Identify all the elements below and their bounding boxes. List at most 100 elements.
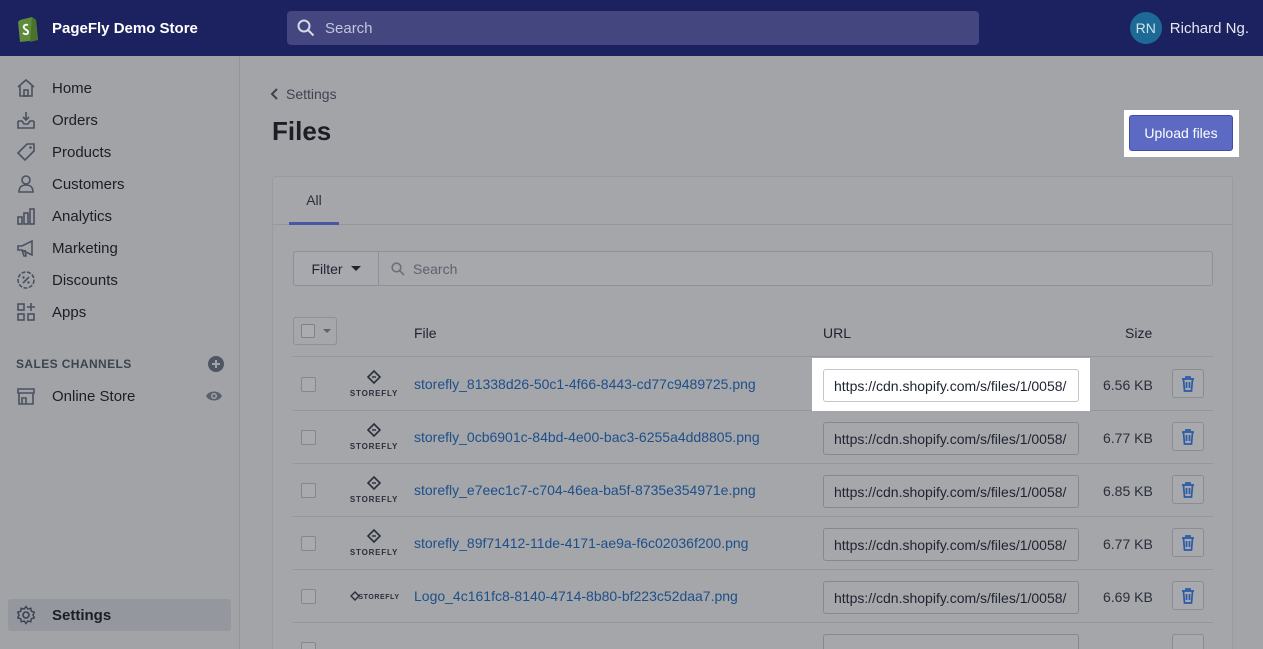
apps-icon: [17, 303, 35, 321]
sidebar-item-products[interactable]: Products: [0, 136, 239, 168]
page-title: Files: [272, 116, 332, 146]
sidebar-item-online-store[interactable]: Online Store: [0, 380, 239, 412]
row-checkbox[interactable]: [301, 377, 316, 392]
svg-text:STOREFLY: STOREFLY: [358, 594, 399, 601]
file-thumbnail: STOREFLY: [350, 475, 398, 504]
sidebar-item-label: Customers: [52, 175, 125, 193]
sidebar-item-label: Settings: [52, 606, 112, 624]
sidebar: Home Orders Products Customers Analytics…: [0, 56, 240, 649]
tabs: All: [273, 177, 1232, 225]
sidebar-item-label: Analytics: [52, 207, 113, 225]
user-menu[interactable]: RN Richard Ng.: [1129, 12, 1249, 44]
svg-text:STOREFLY: STOREFLY: [350, 548, 398, 557]
file-size: 6.77 KB: [1103, 536, 1153, 552]
caret-down-icon[interactable]: [323, 329, 331, 333]
home-icon: [17, 78, 35, 97]
file-name-link[interactable]: storefly_e7eec1c7-c704-46ea-ba5f-8735e35…: [414, 482, 756, 498]
delete-button[interactable]: [1172, 422, 1204, 451]
file-url-field[interactable]: [823, 581, 1079, 614]
files-search-input[interactable]: [413, 260, 1113, 277]
add-channel-icon[interactable]: [208, 356, 224, 372]
sidebar-nav: Home Orders Products Customers Analytics…: [0, 56, 239, 328]
trash-icon: [1182, 428, 1194, 445]
top-bar: PageFly Demo Store RN Richard Ng.: [0, 0, 1263, 56]
file-url-field[interactable]: [823, 528, 1079, 561]
delete-button[interactable]: [1172, 475, 1204, 504]
delete-button[interactable]: [1172, 369, 1204, 398]
file-url-field[interactable]: [823, 422, 1079, 455]
person-icon: [18, 175, 34, 193]
sidebar-item-home[interactable]: Home: [0, 72, 239, 104]
file-name-link[interactable]: Logo_4c161fc8-8140-4714-8b80-bf223c52daa…: [414, 588, 738, 604]
table-row: STOREFLY storefly_e7eec1c7-c704-46ea-ba5…: [293, 464, 1213, 517]
sidebar-item-marketing[interactable]: Marketing: [0, 232, 239, 264]
file-size: 6.77 KB: [1103, 430, 1153, 446]
row-checkbox[interactable]: [301, 589, 316, 604]
file-size: 6.56 KB: [1103, 377, 1153, 393]
file-thumbnail: STOREFLY: [350, 591, 399, 601]
row-checkbox[interactable]: [301, 642, 316, 649]
sidebar-item-apps[interactable]: Apps: [0, 296, 239, 328]
sidebar-item-analytics[interactable]: Analytics: [0, 200, 239, 232]
files-card: All Filter File URL Size STOREFLY storef…: [272, 176, 1233, 649]
brand[interactable]: PageFly Demo Store: [0, 14, 240, 42]
select-all-checkbox[interactable]: [293, 317, 337, 345]
row-checkbox[interactable]: [301, 483, 316, 498]
column-header-size: Size: [1125, 325, 1153, 341]
upload-button-highlight: Upload files: [1124, 110, 1239, 157]
tab-all[interactable]: All: [289, 177, 339, 225]
delete-button[interactable]: [1172, 528, 1204, 557]
file-name-link[interactable]: storefly_81338d26-50c1-4f66-8443-cd77c94…: [414, 376, 756, 392]
sidebar-item-label: Orders: [52, 111, 98, 129]
upload-files-button[interactable]: Upload files: [1129, 115, 1233, 151]
file-url-field[interactable]: [823, 634, 1079, 649]
tag-icon: [16, 143, 35, 162]
table-row: STOREFLY Logo_4c161fc8-8140-4714-8b80-bf…: [293, 570, 1213, 623]
table-row: STOREFLY storefly_0cb6901c-84bd-4e00-bac…: [293, 411, 1213, 464]
discount-icon: [17, 271, 35, 289]
sidebar-item-label: Apps: [52, 303, 87, 321]
delete-button[interactable]: [1172, 634, 1204, 649]
sidebar-item-label: Discounts: [52, 271, 118, 289]
file-url-field[interactable]: [823, 475, 1079, 508]
file-url-field[interactable]: [823, 369, 1079, 402]
file-thumbnail: STOREFLY: [350, 528, 398, 557]
avatar[interactable]: RN: [1129, 12, 1162, 44]
sidebar-item-label: Online Store: [52, 387, 136, 405]
sidebar-item-discounts[interactable]: Discounts: [0, 264, 239, 296]
breadcrumb[interactable]: Settings: [270, 86, 337, 102]
sales-channels-header: SALES CHANNELS: [16, 356, 224, 372]
file-thumbnail: STOREFLY: [350, 422, 397, 451]
column-header-file: File: [414, 325, 437, 341]
sidebar-item-customers[interactable]: Customers: [0, 168, 239, 200]
sidebar-item-settings[interactable]: Settings: [8, 599, 231, 631]
user-name[interactable]: Richard Ng.: [1170, 20, 1249, 37]
row-checkbox[interactable]: [301, 430, 316, 445]
files-table: STOREFLY storefly_81338d26-50c1-4f66-844…: [293, 358, 1213, 649]
sidebar-item-label: Products: [52, 143, 112, 161]
svg-text:STOREFLY: STOREFLY: [350, 495, 398, 504]
filter-label: Filter: [311, 260, 343, 277]
file-size: 6.69 KB: [1103, 589, 1153, 605]
table-row: STOREFLY storefly_89f71412-11de-4171-ae9…: [293, 517, 1213, 570]
delete-button[interactable]: [1172, 581, 1204, 610]
sidebar-item-label: Marketing: [52, 239, 118, 257]
files-search[interactable]: [379, 251, 1213, 286]
eye-icon[interactable]: [205, 387, 223, 405]
column-header-url: URL: [823, 325, 852, 341]
breadcrumb-label: Settings: [286, 86, 337, 102]
search-icon: [391, 261, 405, 276]
global-search-input[interactable]: [325, 19, 925, 37]
gear-icon: [16, 605, 36, 625]
trash-icon: [1182, 534, 1194, 551]
svg-text:STOREFLY: STOREFLY: [350, 389, 398, 398]
global-search[interactable]: [287, 11, 979, 45]
table-row-partial: [293, 623, 1213, 649]
sales-channels-title: SALES CHANNELS: [16, 357, 132, 371]
filter-button[interactable]: Filter: [293, 251, 379, 286]
file-name-link[interactable]: storefly_89f71412-11de-4171-ae9a-f6c0203…: [414, 535, 748, 551]
row-checkbox[interactable]: [301, 536, 316, 551]
sidebar-item-orders[interactable]: Orders: [0, 104, 239, 136]
checkbox[interactable]: [301, 324, 315, 338]
file-name-link[interactable]: storefly_0cb6901c-84bd-4e00-bac3-6255a4d…: [414, 429, 760, 445]
